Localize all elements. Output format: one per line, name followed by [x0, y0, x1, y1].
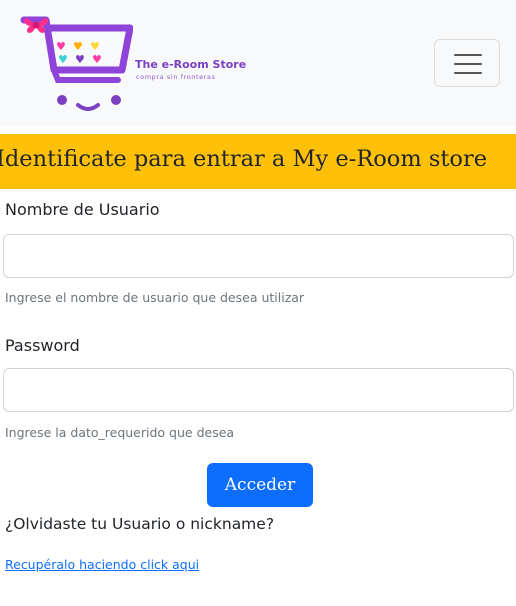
- navbar-toggle-button[interactable]: [434, 39, 500, 87]
- username-input[interactable]: [3, 234, 514, 278]
- recover-account-link[interactable]: Recupéralo haciendo click aqui: [5, 557, 199, 572]
- menu-icon: [454, 54, 482, 56]
- password-label: Password: [5, 336, 80, 355]
- username-help-text: Ingrese el nombre de usuario que desea u…: [5, 290, 305, 305]
- menu-icon-bar: [454, 63, 482, 65]
- brand-tagline: compra sin fronteras: [136, 73, 216, 81]
- shopping-cart-logo-icon: ♥ ♥ ♥ ♥ ♥ ♥: [20, 16, 133, 111]
- svg-text:♥: ♥: [92, 53, 102, 66]
- username-label: Nombre de Usuario: [5, 200, 160, 219]
- login-banner: Identificate para entrar a My e-Room sto…: [0, 134, 516, 189]
- login-submit-button[interactable]: Acceder: [207, 463, 313, 507]
- svg-text:♥: ♥: [73, 40, 83, 53]
- brand-logo-link[interactable]: ♥ ♥ ♥ ♥ ♥ ♥ The e-Room Store compra sin …: [18, 10, 268, 115]
- banner-title: Identificate para entrar a My e-Room sto…: [0, 146, 488, 172]
- svg-text:♥: ♥: [56, 40, 66, 53]
- navbar: ♥ ♥ ♥ ♥ ♥ ♥ The e-Room Store compra sin …: [0, 0, 516, 126]
- svg-text:♥: ♥: [90, 40, 100, 53]
- password-input[interactable]: [3, 368, 514, 412]
- brand-name: The e-Room Store: [135, 58, 247, 71]
- forgot-username-text: ¿Olvidaste tu Usuario o nickname?: [5, 515, 275, 533]
- svg-text:♥: ♥: [58, 53, 68, 66]
- password-help-text: Ingrese la dato_requerido que desea: [5, 425, 235, 440]
- menu-icon-bar: [454, 72, 482, 74]
- svg-text:♥: ♥: [75, 53, 85, 66]
